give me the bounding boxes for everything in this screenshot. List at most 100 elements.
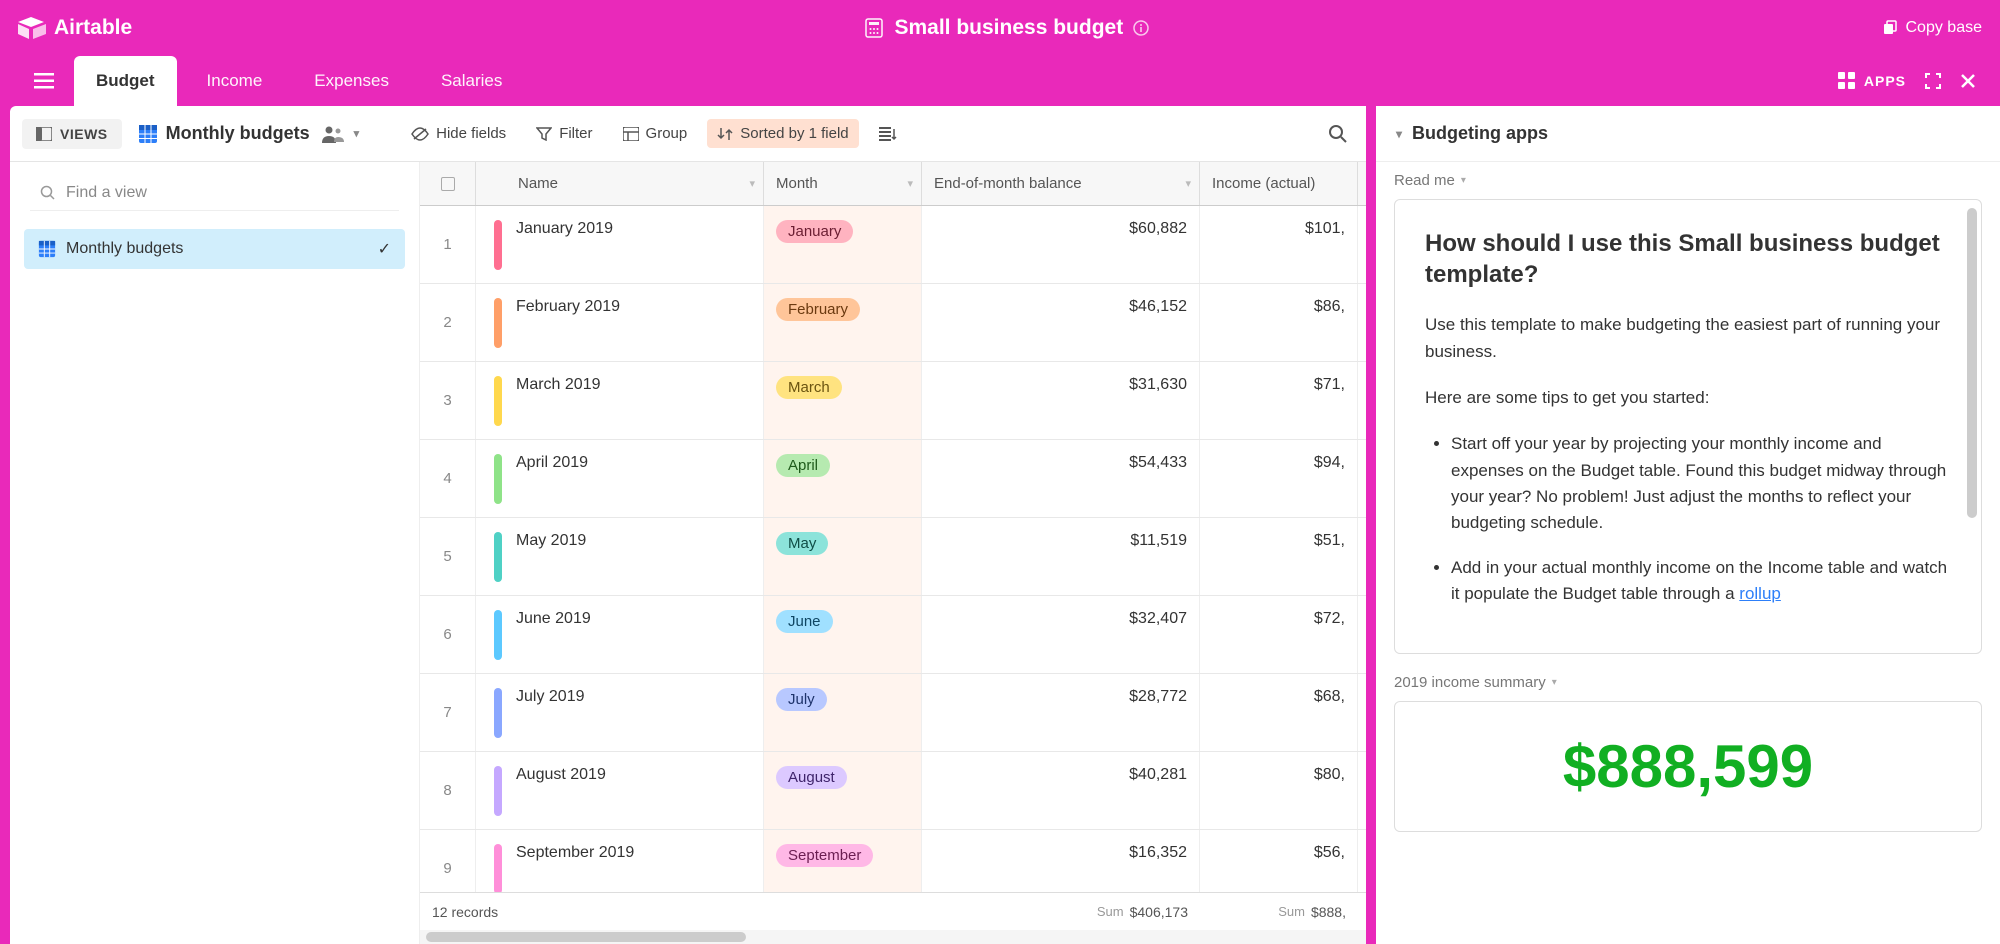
table-row[interactable]: 3 March 2019 March $31,630 $71, [420, 362, 1366, 440]
chevron-down-icon[interactable]: ▾ [1185, 177, 1191, 190]
cell-name[interactable]: April 2019 [476, 440, 764, 517]
cell-name[interactable]: January 2019 [476, 206, 764, 283]
tab-budget[interactable]: Budget [74, 56, 177, 106]
cell-balance[interactable]: $46,152 [922, 284, 1200, 361]
cell-month[interactable]: August [764, 752, 922, 829]
cell-balance[interactable]: $54,433 [922, 440, 1200, 517]
table-row[interactable]: 2 February 2019 February $46,152 $86, [420, 284, 1366, 362]
column-income[interactable]: Income (actual) [1200, 162, 1358, 205]
info-icon[interactable] [1133, 20, 1149, 36]
table-row[interactable]: 4 April 2019 April $54,433 $94, [420, 440, 1366, 518]
column-balance[interactable]: End-of-month balance▾ [922, 162, 1200, 205]
cell-balance[interactable]: $16,352 [922, 830, 1200, 892]
cell-income[interactable]: $72, [1200, 596, 1358, 673]
cell-income[interactable]: $101, [1200, 206, 1358, 283]
column-name[interactable]: Name ▾ [476, 162, 764, 205]
hide-fields-label: Hide fields [436, 125, 506, 142]
horizontal-scrollbar[interactable] [420, 930, 1366, 944]
grid-body[interactable]: 1 January 2019 January $60,882 $101, 2 F… [420, 206, 1366, 892]
readme-label[interactable]: Read me▾ [1394, 172, 1982, 189]
cell-income[interactable]: $80, [1200, 752, 1358, 829]
menu-button[interactable] [22, 56, 66, 106]
views-button[interactable]: VIEWS [22, 119, 122, 149]
find-view-input[interactable]: Find a view [30, 176, 399, 211]
income-summary-label[interactable]: 2019 income summary▾ [1394, 674, 1982, 691]
table-row[interactable]: 5 May 2019 May $11,519 $51, [420, 518, 1366, 596]
cell-name[interactable]: July 2019 [476, 674, 764, 751]
hide-fields-button[interactable]: Hide fields [401, 119, 516, 148]
tab-salaries[interactable]: Salaries [419, 56, 524, 106]
table-row[interactable]: 9 September 2019 September $16,352 $56, [420, 830, 1366, 892]
card-scrollbar[interactable] [1967, 208, 1977, 645]
name-text: August 2019 [516, 766, 606, 784]
cell-name[interactable]: June 2019 [476, 596, 764, 673]
cell-income[interactable]: $71, [1200, 362, 1358, 439]
row-number: 9 [420, 830, 476, 892]
cell-income[interactable]: $56, [1200, 830, 1358, 892]
tab-expenses[interactable]: Expenses [292, 56, 411, 106]
name-text: April 2019 [516, 454, 588, 472]
row-number: 7 [420, 674, 476, 751]
cell-name[interactable]: March 2019 [476, 362, 764, 439]
chevron-down-icon[interactable]: ▾ [749, 177, 755, 190]
table-row[interactable]: 7 July 2019 July $28,772 $68, [420, 674, 1366, 752]
close-icon[interactable] [1960, 73, 1976, 89]
top-bar: Airtable Small business budget Copy base [0, 0, 2000, 56]
filter-button[interactable]: Filter [526, 119, 602, 148]
tab-income[interactable]: Income [185, 56, 285, 106]
table-row[interactable]: 6 June 2019 June $32,407 $72, [420, 596, 1366, 674]
cell-balance[interactable]: $60,882 [922, 206, 1200, 283]
rollup-link[interactable]: rollup [1739, 584, 1781, 603]
cell-month[interactable]: January [764, 206, 922, 283]
cell-balance[interactable]: $28,772 [922, 674, 1200, 751]
sidebar-toggle-icon [36, 127, 52, 141]
cell-name[interactable]: February 2019 [476, 284, 764, 361]
month-pill: June [776, 610, 833, 633]
cell-month[interactable]: April [764, 440, 922, 517]
table-row[interactable]: 8 August 2019 August $40,281 $80, [420, 752, 1366, 830]
group-button[interactable]: Group [613, 119, 698, 148]
table-row[interactable]: 1 January 2019 January $60,882 $101, [420, 206, 1366, 284]
cell-name[interactable]: August 2019 [476, 752, 764, 829]
copy-icon [1882, 20, 1898, 36]
chevron-down-icon[interactable]: ▾ [907, 177, 913, 190]
cell-income[interactable]: $51, [1200, 518, 1358, 595]
apps-button[interactable]: APPS [1838, 72, 1906, 90]
expand-icon[interactable] [1924, 72, 1942, 90]
row-height-button[interactable] [869, 121, 907, 147]
cell-income[interactable]: $94, [1200, 440, 1358, 517]
logo[interactable]: Airtable [18, 16, 132, 40]
column-label: Name [518, 175, 558, 192]
cell-month[interactable]: September [764, 830, 922, 892]
cell-income[interactable]: $86, [1200, 284, 1358, 361]
sort-button[interactable]: Sorted by 1 field [707, 119, 858, 148]
sort-label: Sorted by 1 field [740, 125, 848, 142]
search-button[interactable] [1322, 118, 1354, 150]
apps-panel-header[interactable]: ▾ Budgeting apps [1376, 106, 2000, 162]
cell-month[interactable]: July [764, 674, 922, 751]
name-text: March 2019 [516, 376, 601, 394]
cell-balance[interactable]: $31,630 [922, 362, 1200, 439]
cell-month[interactable]: March [764, 362, 922, 439]
cell-month[interactable]: February [764, 284, 922, 361]
current-view[interactable]: Monthly budgets ▾ [132, 119, 366, 148]
month-pill: August [776, 766, 847, 789]
cell-month[interactable]: May [764, 518, 922, 595]
select-all-column[interactable] [420, 162, 476, 205]
cell-month[interactable]: June [764, 596, 922, 673]
column-month[interactable]: Month ▾ [764, 162, 922, 205]
tab-label: Income [207, 71, 263, 91]
cell-income[interactable]: $68, [1200, 674, 1358, 751]
copy-base-button[interactable]: Copy base [1882, 19, 1983, 37]
scrollbar-thumb[interactable] [1967, 208, 1977, 518]
column-label: Month [776, 175, 818, 192]
cell-name[interactable]: May 2019 [476, 518, 764, 595]
scrollbar-thumb[interactable] [426, 932, 746, 942]
cell-balance[interactable]: $32,407 [922, 596, 1200, 673]
cell-balance[interactable]: $11,519 [922, 518, 1200, 595]
views-sidebar: Find a view Monthly budgets ✓ [10, 162, 420, 944]
cell-balance[interactable]: $40,281 [922, 752, 1200, 829]
base-title[interactable]: Small business budget [132, 16, 1881, 40]
cell-name[interactable]: September 2019 [476, 830, 764, 892]
view-item-monthly-budgets[interactable]: Monthly budgets ✓ [24, 229, 405, 269]
